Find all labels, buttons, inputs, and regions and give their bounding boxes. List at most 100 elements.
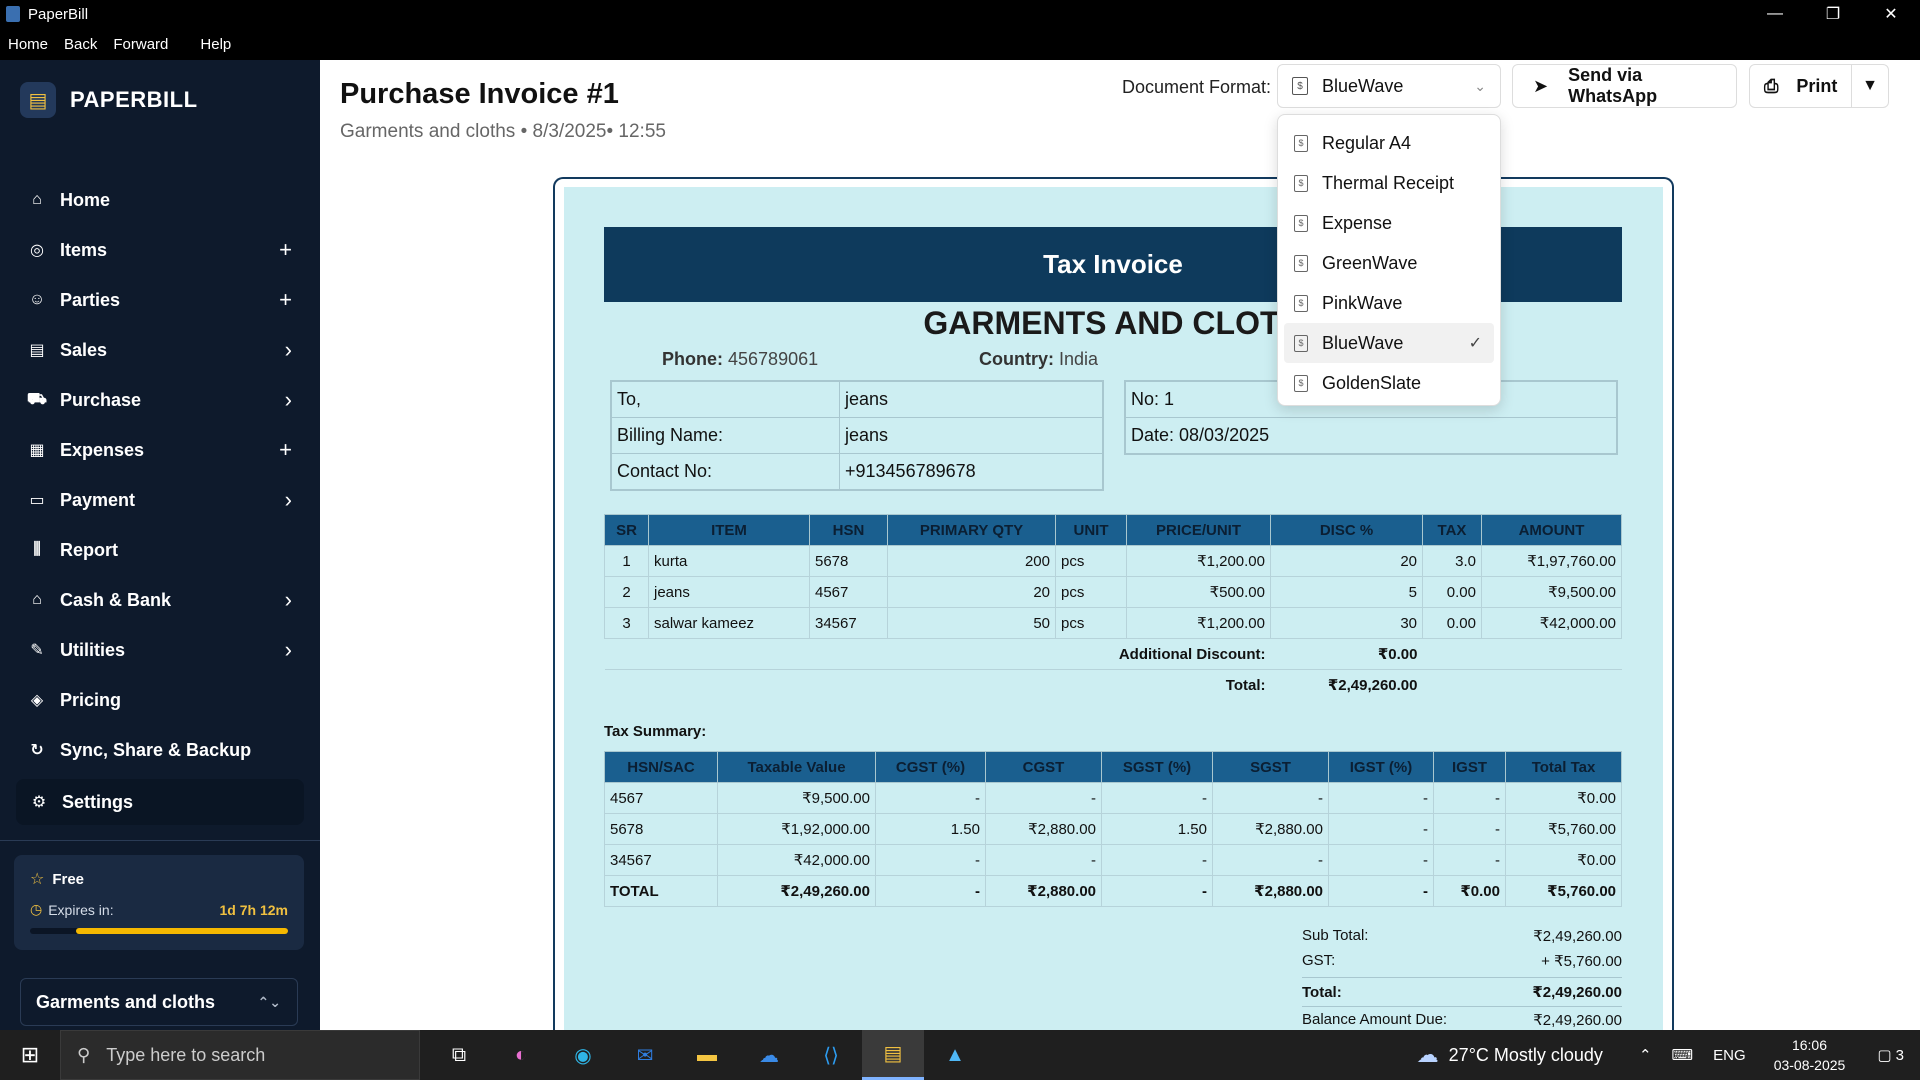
column-header: DISC %: [1270, 514, 1423, 546]
cell: -: [1212, 844, 1329, 876]
sidebar: ▤ PAPERBILL ⌂ Home ◎ Items + ☺ Parties + ▤ Sal…: [0, 60, 320, 1030]
sidebar-item-report[interactable]: ⫼ Report: [0, 525, 320, 575]
sidebar-item-home[interactable]: ⌂ Home: [0, 175, 320, 225]
remote-app-icon[interactable]: ☁: [738, 1030, 800, 1080]
sidebar-item-purchase[interactable]: ⛟ Purchase ›: [0, 375, 320, 425]
minimize-button[interactable]: —: [1746, 0, 1804, 28]
invoice-country: Country: India: [979, 349, 1098, 370]
menu-forward[interactable]: Forward: [113, 36, 168, 53]
menu-help[interactable]: Help: [200, 36, 231, 53]
vscode-icon[interactable]: ⟨⟩: [800, 1030, 862, 1080]
copilot-icon[interactable]: ◐: [490, 1030, 552, 1080]
chevron-right-icon: ›: [284, 487, 292, 512]
column-header: TAX: [1422, 514, 1482, 546]
add-icon[interactable]: +: [279, 287, 292, 313]
billing-name-value: jeans: [839, 417, 1103, 454]
plan-progress-bar: [30, 928, 288, 934]
cell-unit: pcs: [1055, 607, 1127, 639]
wrench-icon: ✎: [30, 642, 44, 659]
country-label: Country:: [979, 349, 1054, 369]
print-dropdown-caret-icon[interactable]: ▼: [1862, 77, 1878, 95]
cell-disc: 30: [1270, 607, 1423, 639]
taskbar-clock[interactable]: 16:06 03-08-2025: [1774, 1035, 1846, 1075]
sidebar-item-sales[interactable]: ▤ Sales ›: [0, 325, 320, 375]
clock-icon: ◷: [30, 901, 43, 917]
home-icon: ⌂: [32, 191, 42, 208]
windows-start-icon[interactable]: ⊞: [0, 1030, 60, 1080]
sidebar-item-payment[interactable]: ▭ Payment ›: [0, 475, 320, 525]
sidebar-item-label: Home: [60, 189, 111, 210]
weather-widget[interactable]: ☁ 27°C Mostly cloudy: [1417, 1042, 1603, 1068]
option-label: GreenWave: [1322, 252, 1418, 273]
format-option-bluewave[interactable]: $ BlueWave ✓: [1284, 323, 1494, 363]
paperbill-taskbar-icon[interactable]: ▤: [862, 1030, 924, 1080]
sidebar-item-pricing[interactable]: ◈ Pricing: [0, 675, 320, 725]
format-option-goldenslate[interactable]: $ GoldenSlate: [1284, 363, 1494, 403]
format-option-pinkwave[interactable]: $ PinkWave: [1284, 283, 1494, 323]
maximize-button[interactable]: ❐: [1804, 0, 1862, 28]
plan-card[interactable]: ☆ Free ◷ Expires in: 1d 7h 12m: [14, 855, 304, 950]
file-explorer-icon[interactable]: ▬: [676, 1030, 738, 1080]
table-row: 34567 ₹42,000.00- - - - - - ₹0.00: [604, 844, 1622, 876]
outlook-icon[interactable]: ✉: [614, 1030, 676, 1080]
add-icon[interactable]: +: [279, 237, 292, 263]
table-row: 2 jeans 4567 20 pcs ₹500.00 5 0.00 ₹9,500.00: [604, 576, 1622, 608]
taskbar-apps: ⧉ ◐ ◉ ✉ ▬ ☁ ⟨⟩ ▤ ▲: [428, 1030, 986, 1080]
check-icon: ✓: [1468, 335, 1482, 352]
format-option-regular-a4[interactable]: $ Regular A4: [1284, 123, 1494, 163]
items-icon: ◎: [30, 242, 44, 259]
cell: ₹0.00: [1505, 844, 1622, 876]
taskbar-search[interactable]: ⚲ Type here to search: [60, 1030, 420, 1080]
edge-icon[interactable]: ◉: [552, 1030, 614, 1080]
task-view-icon[interactable]: ⧉: [428, 1030, 490, 1080]
gst-value: + ₹5,760.00: [1541, 952, 1622, 970]
photos-icon[interactable]: ▲: [924, 1030, 986, 1080]
format-option-thermal-receipt[interactable]: $ Thermal Receipt: [1284, 163, 1494, 203]
chevron-up-icon[interactable]: ⌃: [1639, 1046, 1652, 1064]
add-icon[interactable]: +: [279, 437, 292, 463]
sidebar-item-label: Pricing: [60, 689, 122, 710]
keyboard-icon[interactable]: ⌨: [1672, 1046, 1694, 1064]
sidebar-item-label: Report: [60, 539, 118, 560]
language-indicator[interactable]: ENG: [1713, 1047, 1746, 1064]
sidebar-item-settings[interactable]: ⚙ Settings: [16, 779, 304, 825]
sidebar-item-expenses[interactable]: ▦ Expenses +: [0, 425, 320, 475]
sidebar-item-parties[interactable]: ☺ Parties +: [0, 275, 320, 325]
notification-icon[interactable]: ▢ 3: [1877, 1046, 1904, 1064]
column-header: Total Tax: [1505, 751, 1622, 783]
print-button[interactable]: ⎙ Print ▼: [1749, 64, 1889, 108]
menu-back[interactable]: Back: [64, 36, 97, 53]
table-row: 4567 ₹9,500.00- - - - - - ₹0.00: [604, 782, 1622, 814]
document-icon: $: [1292, 77, 1308, 95]
cell: -: [1433, 844, 1506, 876]
column-header: HSN: [809, 514, 888, 546]
chevron-right-icon: ›: [284, 587, 292, 612]
cell-qty: 50: [887, 607, 1056, 639]
cell: -: [875, 875, 986, 907]
cell: -: [1328, 844, 1434, 876]
page-title: Purchase Invoice #1: [340, 78, 619, 110]
column-header: IGST (%): [1328, 751, 1434, 783]
cell: -: [1328, 782, 1434, 814]
option-label: GoldenSlate: [1322, 372, 1422, 393]
contact-label: Contact No:: [611, 453, 840, 490]
format-option-expense[interactable]: $ Expense: [1284, 203, 1494, 243]
tag-icon: ◈: [30, 692, 44, 709]
sidebar-item-label: Parties: [60, 289, 121, 310]
sidebar-item-utilities[interactable]: ✎ Utilities ›: [0, 625, 320, 675]
document-format-select[interactable]: $ BlueWave ⌄: [1277, 64, 1501, 108]
sidebar-item-sync[interactable]: ↻ Sync, Share & Backup: [0, 725, 320, 775]
menu-home[interactable]: Home: [8, 36, 48, 53]
sidebar-item-cash-bank[interactable]: ⌂ Cash & Bank ›: [0, 575, 320, 625]
cell-tax: 3.0: [1422, 545, 1482, 577]
sidebar-item-items[interactable]: ◎ Items +: [0, 225, 320, 275]
cell: 5678: [604, 813, 718, 845]
close-button[interactable]: ✕: [1862, 0, 1920, 28]
company-selector[interactable]: Garments and cloths ⌃⌄: [20, 978, 298, 1026]
gst-label: GST:: [1302, 952, 1336, 969]
cell: -: [985, 844, 1102, 876]
sidebar-item-label: Purchase: [60, 389, 142, 410]
format-option-greenwave[interactable]: $ GreenWave: [1284, 243, 1494, 283]
column-header: SR: [604, 514, 649, 546]
send-whatsapp-button[interactable]: ➤ Send via WhatsApp: [1512, 64, 1737, 108]
